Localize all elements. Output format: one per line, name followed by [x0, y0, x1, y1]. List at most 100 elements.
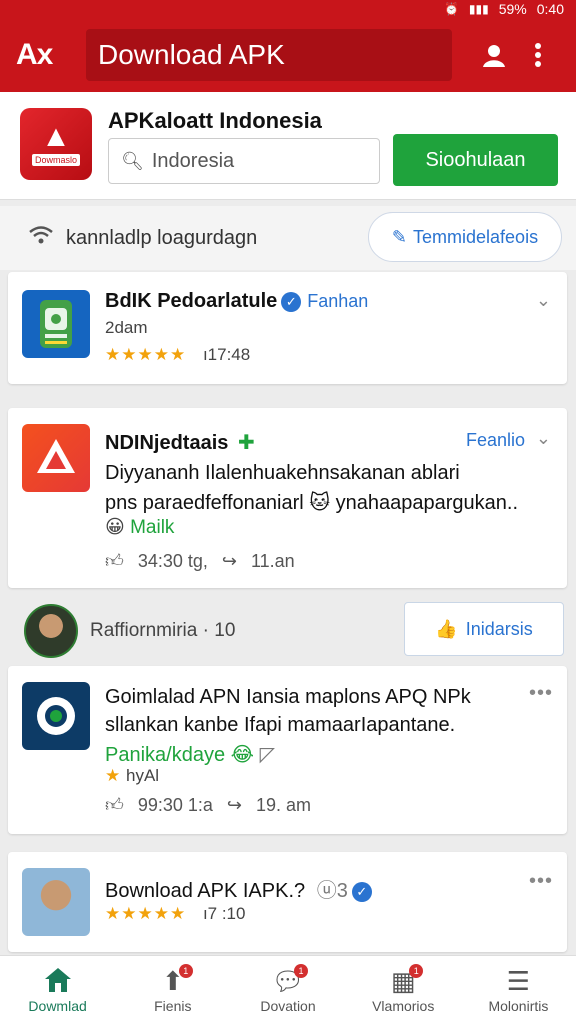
profile-row: Raffiornmiria · 10 👍 Inidarsis: [0, 598, 576, 664]
menu-icon: ☰: [506, 966, 531, 996]
alarm-icon: ⏰: [443, 2, 459, 16]
puzzle-icon: ✚: [237, 432, 255, 454]
toolbar-row: kannladlp loagurdagn ✎ Temmidelafeois: [0, 206, 576, 270]
post-card[interactable]: Goimlalad APN Iansia maplons APQ NPk •••…: [8, 666, 567, 834]
user-title-row: Bownload APK IAPK.? ⓤ3 ✓: [105, 874, 372, 903]
nav-item-download[interactable]: Dowmlad: [0, 956, 115, 1024]
chevron-down-icon[interactable]: ⌄: [536, 290, 551, 311]
more-horiz-icon[interactable]: •••: [529, 682, 553, 705]
profile-name-row: Raffiornmiria · 10: [90, 620, 235, 642]
reaction-label: Mailk: [130, 517, 175, 538]
post-time: 19. am: [255, 794, 312, 815]
card-title: NDINjedtaais: [105, 432, 229, 454]
thumbs-up-icon[interactable]: 👍︎: [105, 550, 124, 572]
star-rating: ★★★★★: [105, 904, 187, 923]
profile-count: · 10: [202, 620, 236, 641]
app-bar: Ax Download APK: [0, 18, 576, 92]
notification-badge: 1: [294, 964, 308, 978]
brand-logo: ▲ Dowmaslo: [20, 108, 92, 180]
rating-row: ★ hyAl: [105, 766, 159, 786]
description-line-1: Diyyananh Ilalenhuakehnsakanan ablari: [105, 462, 460, 484]
nav-label: Fienis: [154, 998, 192, 1014]
rating-row: ★★★★★ ı7 :10: [105, 904, 245, 924]
share-icon[interactable]: ↪: [227, 795, 242, 816]
nav-item-menu[interactable]: ☰ Molonirtis: [461, 956, 576, 1024]
edit-filter-label: Temmidelafeois: [413, 226, 539, 247]
card-meta: 2dam: [105, 318, 148, 337]
post-time: 11.an: [250, 550, 295, 571]
status-bar: ⏰ ▮▮▮ 59% 0:40: [0, 0, 576, 18]
description-line-1: sllankan kanbe Ifapi mamaarIapantane.: [105, 714, 456, 736]
nav-item-categories[interactable]: ▦ 1 Vlamorios: [346, 956, 461, 1024]
bottom-nav: Dowmlad ⬆ 1 Fienis 💬︎ 1 Dovation ▦ 1 Vla…: [0, 955, 576, 1024]
nav-label: Dowmlad: [28, 998, 87, 1014]
edit-filter-button[interactable]: ✎ Temmidelafeois: [368, 212, 562, 262]
card-stat: ı7 :10: [202, 904, 246, 923]
rating-text: hyAl: [125, 766, 160, 785]
toolbar-label: kannladlp loagurdagn: [66, 226, 258, 249]
home-icon: [43, 966, 73, 998]
clock: 0:40: [536, 1, 564, 17]
notification-badge: 1: [409, 964, 424, 978]
notification-badge: 1: [178, 964, 193, 978]
battery-level: 59%: [498, 1, 527, 17]
card-title: Bownload APK IAPK.?: [105, 880, 306, 902]
chevron-down-icon[interactable]: ⌄: [536, 428, 551, 449]
post-card[interactable]: NDINjedtaais ✚ Feanlio ⌄ Diyyananh Ilale…: [8, 408, 567, 588]
post-actions: 👍︎ 34:30 tg, ↪ 11.an: [105, 550, 295, 572]
search-box[interactable]: 🔍︎: [108, 138, 380, 184]
more-vert-icon[interactable]: [516, 33, 560, 77]
card-stat: ı17:48: [202, 345, 251, 364]
like-count: 99:30 1:a: [137, 794, 213, 815]
send-icon: ◸: [259, 744, 275, 766]
share-icon[interactable]: ↪: [222, 551, 237, 572]
nav-label: Dovation: [260, 998, 316, 1014]
search-icon: 🔍︎: [121, 150, 144, 171]
download-button[interactable]: Sioohulaan: [393, 134, 558, 186]
nav-label: Molonirtis: [488, 998, 549, 1014]
app-icon: [22, 682, 90, 750]
rating-row: ★★★★★ ı17:48: [105, 345, 250, 365]
post-actions: 👍︎ 99:30 1:a ↪ 19. am: [105, 794, 311, 816]
search-input[interactable]: [151, 149, 372, 173]
card-tag[interactable]: Fanhan: [307, 291, 368, 311]
star-rating: ★★★★★: [105, 345, 187, 364]
post-description: sllankan kanbe Ifapi mamaarIapantane. Pa…: [105, 710, 455, 770]
app-icon: [22, 424, 90, 492]
app-card[interactable]: BdIK Pedoarlatule ✓ Fanhan ⌄ 2dam ★★★★★ ı1…: [8, 272, 567, 384]
brand-name: APKaloatt Indonesia: [108, 108, 322, 133]
profile-name[interactable]: Raffiornmiria: [90, 620, 197, 641]
smile-icon: 😀: [105, 517, 125, 538]
description-line-2: pns paraedfeffonaniarl 🐱 ynahaapaparguka…: [105, 492, 519, 514]
header-card: ▲ Dowmaslo APKaloatt Indonesia 🔍︎ Sioohu…: [0, 92, 576, 200]
nav-label: Vlamorios: [372, 998, 435, 1014]
avatar[interactable]: [24, 604, 78, 658]
user-card[interactable]: Bownload APK IAPK.? ⓤ3 ✓ ••• ★★★★★ ı7 :10: [8, 852, 567, 952]
account-icon[interactable]: [472, 33, 516, 77]
card-title: Goimlalad APN Iansia maplons APQ NPk: [105, 686, 471, 708]
verified-icon: ✓: [281, 291, 302, 312]
nav-item-chat[interactable]: 💬︎ 1 Dovation: [230, 956, 345, 1024]
more-horiz-icon[interactable]: •••: [529, 870, 553, 893]
user-photo: [22, 868, 90, 936]
follow-button-label: Inidarsis: [465, 618, 533, 639]
logo-triangle-icon: ▲: [41, 120, 71, 153]
app-title: Download APK: [86, 29, 452, 81]
brand-logo-label: Dowmaslo: [31, 154, 80, 166]
verified-icon: ✓: [351, 881, 372, 902]
thumbs-up-icon[interactable]: 👍︎: [105, 794, 124, 816]
app-logo[interactable]: Ax: [16, 38, 80, 72]
nav-item-trending[interactable]: ⬆ 1 Fienis: [115, 956, 230, 1024]
card-title: BdIK Pedoarlatule: [105, 290, 278, 312]
card-badge-text: ⓤ3: [316, 880, 348, 902]
pencil-icon: ✎: [391, 226, 408, 247]
description-line-2-text: Panika/kdaye 😂: [105, 744, 255, 766]
like-count: 34:30 tg,: [137, 550, 208, 571]
post-title-row: NDINjedtaais ✚: [105, 430, 255, 455]
follow-button[interactable]: 👍 Inidarsis: [404, 602, 564, 656]
post-description: Diyyananh Ilalenhuakehnsakanan ablari pn…: [105, 458, 518, 518]
wifi-icon: [28, 225, 54, 251]
card-tag[interactable]: Feanlio: [466, 430, 525, 451]
reaction-row: 😀 Mailk: [105, 516, 174, 539]
signal-icon: ▮▮▮: [468, 2, 489, 16]
